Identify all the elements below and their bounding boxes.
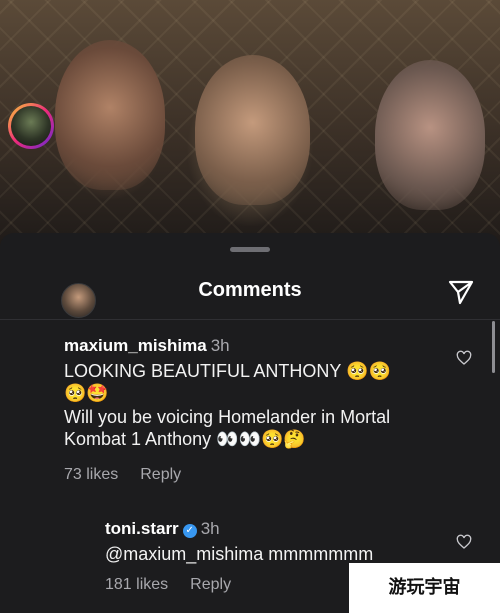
like-count[interactable]: 73 likes — [64, 466, 118, 483]
avatar[interactable] — [8, 103, 54, 149]
person-center — [195, 55, 310, 205]
comment-text: LOOKING BEAUTIFUL ANTHONY 🥺🥺 🥺🤩 Will you… — [64, 360, 444, 450]
comment-line: Kombat 1 Anthony 👀👀🥺🤔 — [64, 429, 306, 450]
comment-header: toni.starr ✓ 3h — [105, 519, 220, 539]
username[interactable]: toni.starr — [105, 519, 179, 538]
post-photo — [0, 0, 500, 250]
username[interactable]: maxium_mishima — [64, 336, 207, 355]
like-count[interactable]: 181 likes — [105, 576, 168, 593]
person-right — [375, 60, 485, 210]
heart-icon[interactable] — [456, 350, 472, 366]
share-send-icon[interactable] — [447, 278, 475, 306]
eyes-emoji: 👀 — [238, 429, 261, 450]
eyes-emoji: 👀 — [216, 429, 239, 450]
scrollbar[interactable] — [492, 321, 495, 373]
watermark: 游玩宇宙 — [349, 563, 500, 613]
comment-line: Will you be voicing Homelander in Mortal — [64, 407, 391, 427]
comment-meta: 73 likes Reply — [64, 466, 181, 484]
verified-badge-icon: ✓ — [182, 524, 197, 538]
pleading-face-emoji: 🥺 — [260, 429, 284, 450]
pleading-face-emoji: 🥺 — [368, 361, 392, 382]
star-struck-emoji: 🤩 — [86, 383, 109, 404]
timestamp: 3h — [210, 336, 230, 355]
thinking-face-emoji: 🤔 — [283, 429, 306, 450]
comment-text: @maxium_mishima mmmmmmm — [105, 544, 374, 564]
comment-meta: 181 likes Reply — [105, 576, 231, 594]
reply-button[interactable]: Reply — [140, 466, 181, 483]
pleading-face-emoji: 🥺 — [64, 383, 87, 404]
comment-header: maxium_mishima 3h — [64, 336, 230, 356]
drag-handle[interactable] — [230, 247, 270, 252]
divider — [0, 319, 500, 320]
comment-line: LOOKING BEAUTIFUL ANTHONY 🥺🥺 — [64, 361, 392, 382]
reply-button[interactable]: Reply — [190, 576, 231, 593]
avatar[interactable] — [61, 283, 96, 318]
timestamp: 3h — [200, 519, 220, 538]
pleading-face-emoji: 🥺 — [346, 361, 369, 382]
person-left — [55, 40, 165, 190]
heart-icon[interactable] — [456, 534, 472, 550]
comment-line: 🥺🤩 — [64, 382, 444, 404]
